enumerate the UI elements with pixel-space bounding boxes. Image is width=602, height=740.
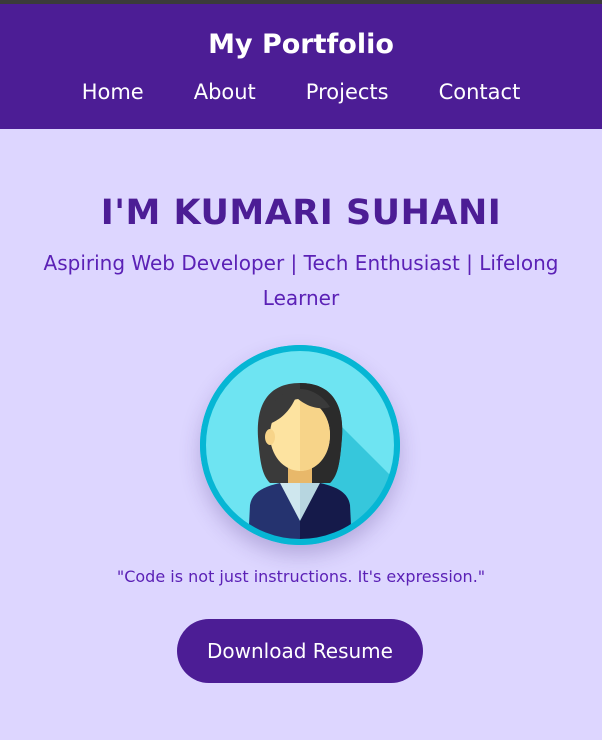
hero-subtitle: Aspiring Web Developer | Tech Enthusiast… bbox=[43, 251, 559, 310]
hero-quote: "Code is not just instructions. It's exp… bbox=[116, 567, 486, 586]
female-avatar-icon bbox=[200, 345, 400, 545]
site-header: My Portfolio Home About Projects Contact bbox=[0, 4, 602, 129]
avatar bbox=[200, 345, 400, 545]
nav-link-contact[interactable]: Contact bbox=[439, 78, 521, 106]
nav-link-home[interactable]: Home bbox=[82, 78, 144, 106]
download-resume-button[interactable]: Download Resume bbox=[177, 619, 423, 683]
nav-link-projects[interactable]: Projects bbox=[306, 78, 389, 106]
hero-title: I'M KUMARI SUHANI bbox=[100, 193, 502, 233]
nav-link-about[interactable]: About bbox=[194, 78, 256, 106]
main-nav: Home About Projects Contact bbox=[0, 78, 602, 106]
site-brand: My Portfolio bbox=[208, 29, 394, 60]
